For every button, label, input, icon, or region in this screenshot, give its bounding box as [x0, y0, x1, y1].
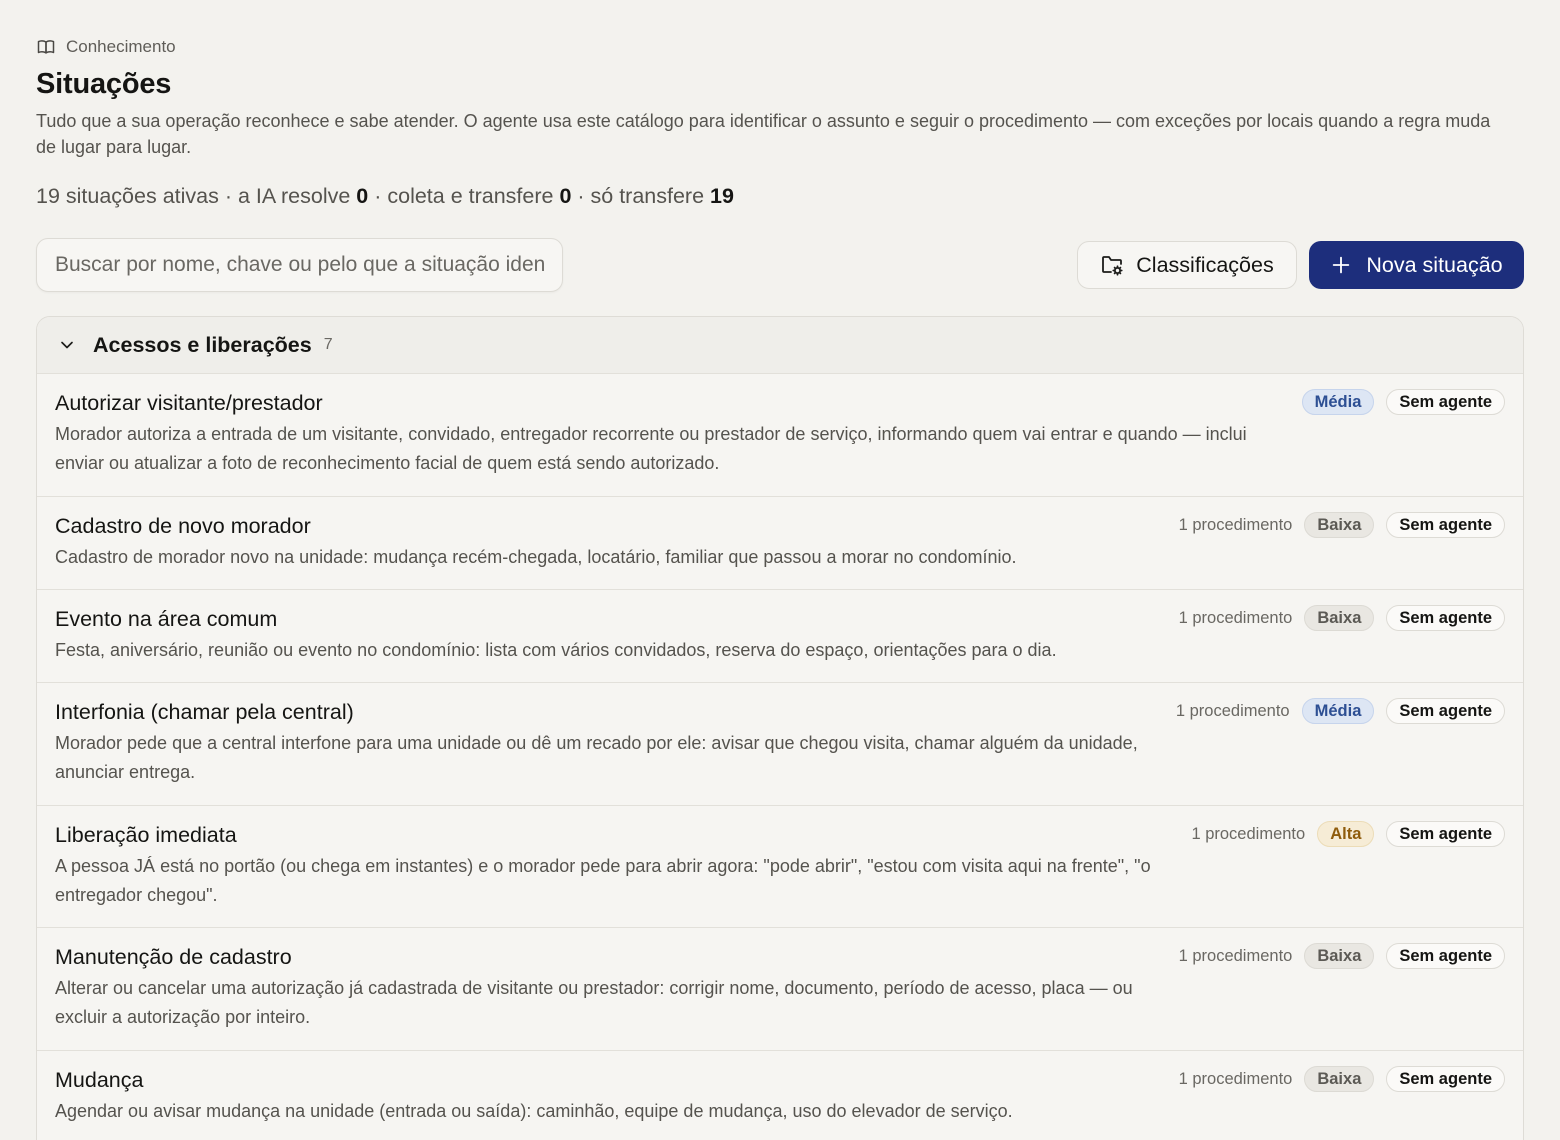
- stats-sep: · só transfere: [571, 184, 711, 208]
- agent-badge: Sem agente: [1386, 698, 1505, 724]
- stats-summary: 19 situações ativas · a IA resolve 0 · c…: [36, 184, 734, 209]
- stats-sep: · coleta e transfere: [368, 184, 560, 208]
- group-count: 7: [323, 336, 333, 353]
- situation-meta: Média Sem agente: [1301, 389, 1505, 415]
- book-icon: [37, 40, 55, 54]
- priority-badge: Média: [1301, 389, 1375, 415]
- procedure-count: 1 procedimento: [1191, 824, 1306, 843]
- situation-row[interactable]: Interfonia (chamar pela central) Morador…: [37, 682, 1523, 805]
- situation-row[interactable]: Autorizar visitante/prestador Morador au…: [37, 373, 1523, 496]
- breadcrumb-label: Conhecimento: [66, 37, 176, 56]
- situation-row[interactable]: Liberação imediata A pessoa JÁ está no p…: [37, 805, 1523, 927]
- situation-description: Festa, aniversário, reunião ou evento no…: [55, 640, 1057, 660]
- procedure-count: 1 procedimento: [1178, 946, 1293, 965]
- priority-badge: Baixa: [1304, 1066, 1375, 1092]
- situation-description: Cadastro de morador novo na unidade: mud…: [55, 547, 1017, 567]
- group-title: Acessos e liberações: [93, 332, 312, 357]
- situation-meta: 1 procedimento Baixa Sem agente: [1179, 943, 1505, 969]
- stats-sep: · a IA resolve: [218, 184, 357, 208]
- group-acessos-liberacoes: Acessos e liberações 7 Autorizar visitan…: [36, 316, 1524, 1140]
- procedure-count: 1 procedimento: [1178, 1069, 1293, 1088]
- agent-badge: Sem agente: [1386, 1066, 1505, 1092]
- situation-meta: 1 procedimento Alta Sem agente: [1191, 821, 1505, 847]
- situation-meta: 1 procedimento Baixa Sem agente: [1179, 1066, 1505, 1092]
- classificacoes-button[interactable]: Classificações: [1077, 241, 1297, 289]
- agent-badge: Sem agente: [1386, 512, 1505, 538]
- agent-badge: Sem agente: [1386, 605, 1505, 631]
- situation-meta: 1 procedimento Baixa Sem agente: [1179, 605, 1505, 631]
- stats-ia-resolve: 0: [356, 184, 369, 208]
- plus-icon: [1333, 256, 1350, 274]
- stats-coleta-transfere: 0: [559, 184, 572, 208]
- search-input[interactable]: [37, 239, 562, 291]
- priority-badge: Baixa: [1304, 512, 1375, 538]
- situation-row[interactable]: Mudança Agendar ou avisar mudança na uni…: [37, 1050, 1523, 1140]
- stats-so-transfere: 19: [710, 184, 734, 208]
- agent-badge: Sem agente: [1386, 821, 1505, 847]
- classificacoes-label: Classificações: [1136, 252, 1274, 277]
- situation-row[interactable]: Evento na área comum Festa, aniversário,…: [37, 589, 1523, 682]
- agent-badge: Sem agente: [1386, 389, 1505, 415]
- situation-description: Alterar ou cancelar uma autorização já c…: [55, 978, 1133, 1027]
- situation-description: A pessoa JÁ está no portão (ou chega em …: [55, 856, 1151, 905]
- situation-title: Autorizar visitante/prestador: [55, 391, 323, 415]
- breadcrumb[interactable]: Conhecimento: [36, 37, 176, 57]
- situation-description: Agendar ou avisar mudança na unidade (en…: [55, 1101, 1013, 1121]
- procedure-count: 1 procedimento: [1175, 701, 1290, 720]
- situation-description: Morador pede que a central interfone par…: [55, 733, 1138, 782]
- priority-badge: Baixa: [1304, 605, 1375, 631]
- situation-meta: 1 procedimento Baixa Sem agente: [1179, 512, 1505, 538]
- page: Conhecimento Situações Tudo que a sua op…: [0, 0, 1560, 1140]
- agent-badge: Sem agente: [1386, 943, 1505, 969]
- page-title: Situações: [36, 68, 172, 100]
- priority-badge: Baixa: [1304, 943, 1375, 969]
- folder-settings-icon: [1102, 256, 1123, 276]
- group-header[interactable]: Acessos e liberações 7: [37, 317, 1523, 373]
- situation-meta: 1 procedimento Média Sem agente: [1176, 698, 1505, 724]
- search-box: [36, 238, 563, 292]
- stats-active: 19 situações ativas: [36, 184, 219, 208]
- situation-row[interactable]: Cadastro de novo morador Cadastro de mor…: [37, 496, 1523, 589]
- page-description: Tudo que a sua operação reconhece e sabe…: [36, 111, 1491, 157]
- priority-badge: Média: [1301, 698, 1375, 724]
- situation-description: Morador autoriza a entrada de um visitan…: [55, 424, 1247, 473]
- nova-situacao-label: Nova situação: [1366, 252, 1503, 277]
- nova-situacao-button[interactable]: Nova situação: [1309, 241, 1524, 289]
- procedure-count: 1 procedimento: [1178, 515, 1293, 534]
- chevron-down-icon: [61, 341, 73, 349]
- situation-row[interactable]: Manutenção de cadastro Alterar ou cancel…: [37, 927, 1523, 1050]
- procedure-count: 1 procedimento: [1178, 608, 1293, 627]
- priority-badge: Alta: [1317, 821, 1375, 847]
